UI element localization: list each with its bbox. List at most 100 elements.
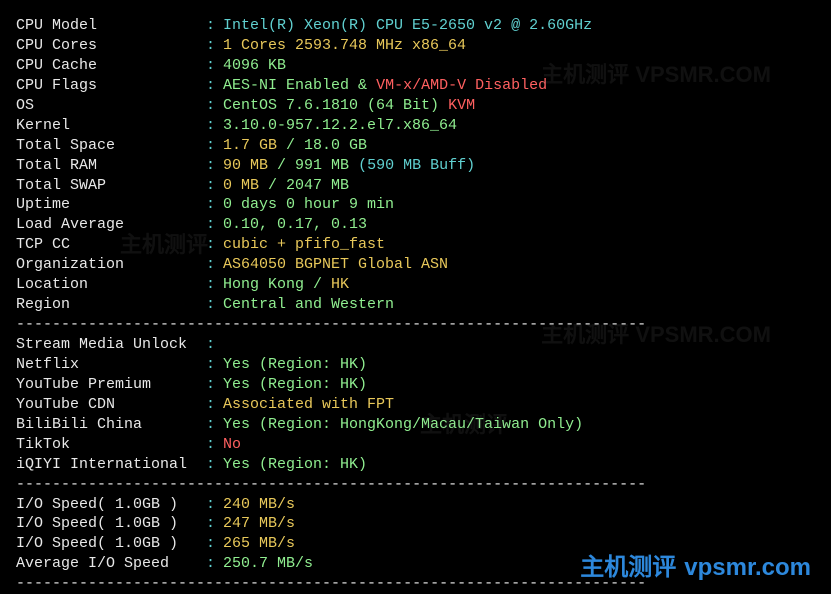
separator: : — [206, 156, 215, 176]
iqiyi-value: Yes (Region: HK) — [223, 456, 367, 473]
os-label: OS — [16, 96, 206, 116]
youtube-cdn-value: Associated with FPT — [223, 396, 394, 413]
separator: : — [206, 176, 215, 196]
separator: : — [206, 534, 215, 554]
os-value: CentOS 7.6.1810 (64 Bit) — [223, 97, 439, 114]
separator: : — [206, 76, 215, 96]
stream-header-row: Stream Media Unlock: — [16, 335, 815, 355]
io-speed-row: I/O Speed( 1.0GB ):247 MB/s — [16, 514, 815, 534]
tcp-cc-label: TCP CC — [16, 235, 206, 255]
total-space-label: Total Space — [16, 136, 206, 156]
cpu-flags-label: CPU Flags — [16, 76, 206, 96]
io-speed-value: 247 MB/s — [223, 515, 295, 532]
iqiyi-row: iQIYI International: Yes (Region: HK) — [16, 455, 815, 475]
total-space-row: Total Space:1.7 GB / 18.0 GB — [16, 136, 815, 156]
cpu-flags-row: CPU Flags:AES-NI Enabled & VM-x/AMD-V Di… — [16, 76, 815, 96]
separator: : — [206, 415, 215, 435]
os-virt: KVM — [439, 97, 475, 114]
io-speed-label: I/O Speed( 1.0GB ) — [16, 514, 206, 534]
youtube-premium-label: YouTube Premium — [16, 375, 206, 395]
watermark-branding: 主机测评vpsmr.com — [580, 552, 811, 584]
cpu-model-value: Intel(R) Xeon(R) CPU E5-2650 v2 @ 2.60GH… — [223, 17, 592, 34]
tiktok-value: No — [223, 436, 241, 453]
netflix-label: Netflix — [16, 355, 206, 375]
separator: : — [206, 395, 215, 415]
youtube-cdn-label: YouTube CDN — [16, 395, 206, 415]
kernel-label: Kernel — [16, 116, 206, 136]
uptime-label: Uptime — [16, 195, 206, 215]
region-label: Region — [16, 295, 206, 315]
separator: : — [206, 495, 215, 515]
cpu-cache-value: 4096 KB — [223, 57, 286, 74]
youtube-premium-value: Yes (Region: HK) — [223, 376, 367, 393]
separator: : — [206, 375, 215, 395]
location-code: HK — [331, 276, 349, 293]
watermark-url-text: vpsmr.com — [684, 554, 811, 581]
separator: : — [206, 295, 215, 315]
cpu-model-label: CPU Model — [16, 16, 206, 36]
tcp-cc-row: TCP CC: cubic + pfifo_fast — [16, 235, 815, 255]
load-row: Load Average:0.10, 0.17, 0.13 — [16, 215, 815, 235]
region-value: Central and Western — [223, 296, 394, 313]
io-speed-label: I/O Speed( 1.0GB ) — [16, 534, 206, 554]
cpu-cores-row: CPU Cores:1 Cores 2593.748 MHz x86_64 — [16, 36, 815, 56]
netflix-value: Yes (Region: HK) — [223, 356, 367, 373]
separator: : — [206, 335, 215, 355]
cpu-cores-label: CPU Cores — [16, 36, 206, 56]
separator: : — [206, 514, 215, 534]
space-used: 1.7 GB — [223, 137, 277, 154]
io-speed-label: I/O Speed( 1.0GB ) — [16, 495, 206, 515]
separator: : — [206, 96, 215, 116]
youtube-cdn-row: YouTube CDN: Associated with FPT — [16, 395, 815, 415]
divider-line: ----------------------------------------… — [16, 475, 815, 495]
separator: : — [206, 116, 215, 136]
io-speed-row: I/O Speed( 1.0GB ):240 MB/s — [16, 495, 815, 515]
cpu-cache-row: CPU Cache:4096 KB — [16, 56, 815, 76]
kernel-row: Kernel:3.10.0-957.12.2.el7.x86_64 — [16, 116, 815, 136]
ram-used: 90 MB — [223, 157, 268, 174]
io-avg-label: Average I/O Speed — [16, 554, 206, 574]
bilibili-label: BiliBili China — [16, 415, 206, 435]
separator: : — [206, 435, 215, 455]
io-speed-value: 240 MB/s — [223, 496, 295, 513]
swap-total: 2047 MB — [286, 177, 349, 194]
tcp-cc-value: cubic + pfifo_fast — [223, 236, 385, 253]
space-total: 18.0 GB — [304, 137, 367, 154]
org-value: AS64050 BGPNET Global ASN — [223, 256, 448, 273]
location-row: Location:Hong Kong / HK — [16, 275, 815, 295]
cpu-flags-aes: AES-NI Enabled — [223, 77, 349, 94]
bilibili-value: Yes (Region: HongKong/Macau/Taiwan Only) — [223, 416, 583, 433]
total-swap-row: Total SWAP:0 MB / 2047 MB — [16, 176, 815, 196]
divider-line: ----------------------------------------… — [16, 315, 815, 335]
separator: : — [206, 235, 215, 255]
ram-buff: (590 MB Buff) — [349, 157, 475, 174]
total-swap-label: Total SWAP — [16, 176, 206, 196]
separator: : — [206, 255, 215, 275]
swap-used: 0 MB — [223, 177, 259, 194]
separator: : — [206, 136, 215, 156]
tiktok-row: TikTok: No — [16, 435, 815, 455]
cpu-cache-label: CPU Cache — [16, 56, 206, 76]
total-ram-row: Total RAM:90 MB / 991 MB (590 MB Buff) — [16, 156, 815, 176]
netflix-row: Netflix: Yes (Region: HK) — [16, 355, 815, 375]
io-speed-value: 265 MB/s — [223, 535, 295, 552]
cpu-cores-value: 1 Cores 2593.748 MHz x86_64 — [223, 37, 466, 54]
tiktok-label: TikTok — [16, 435, 206, 455]
region-row: Region: Central and Western — [16, 295, 815, 315]
separator: : — [206, 195, 215, 215]
cpu-model-row: CPU Model: Intel(R) Xeon(R) CPU E5-2650 v… — [16, 16, 815, 36]
iqiyi-label: iQIYI International — [16, 455, 206, 475]
separator: : — [206, 275, 215, 295]
org-row: Organization: AS64050 BGPNET Global ASN — [16, 255, 815, 275]
separator: : — [206, 455, 215, 475]
separator: : — [206, 355, 215, 375]
os-row: OS: CentOS 7.6.1810 (64 Bit) KVM — [16, 96, 815, 116]
stream-header-label: Stream Media Unlock — [16, 335, 206, 355]
separator: : — [206, 16, 215, 36]
org-label: Organization — [16, 255, 206, 275]
cpu-flags-vmx: VM-x/AMD-V Disabled — [376, 77, 547, 94]
load-label: Load Average — [16, 215, 206, 235]
uptime-value: 0 days 0 hour 9 min — [223, 196, 394, 213]
location-city: Hong Kong — [223, 276, 304, 293]
separator: : — [206, 56, 215, 76]
